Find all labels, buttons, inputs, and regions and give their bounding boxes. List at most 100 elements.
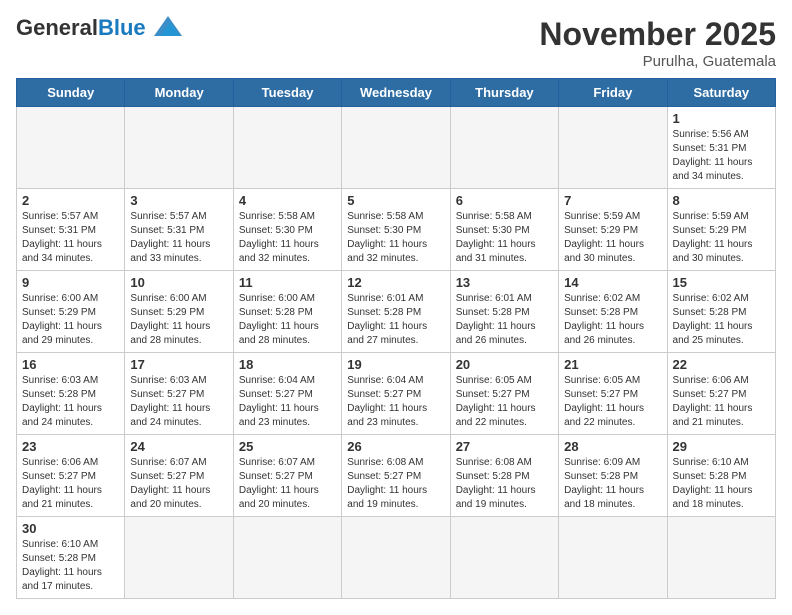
- day-number: 12: [347, 275, 444, 290]
- day-number: 25: [239, 439, 336, 454]
- calendar-cell: [125, 107, 233, 189]
- calendar-week-6: 30 Sunrise: 6:10 AM Sunset: 5:28 PM Dayli…: [17, 517, 776, 599]
- day-number: 10: [130, 275, 227, 290]
- cell-daylight-info: Sunrise: 6:00 AM Sunset: 5:28 PM Dayligh…: [239, 292, 336, 348]
- cell-daylight-info: Sunrise: 6:05 AM Sunset: 5:27 PM Dayligh…: [564, 374, 661, 430]
- calendar-cell: 3Sunrise: 5:57 AM Sunset: 5:31 PM Daylig…: [125, 189, 233, 271]
- calendar-cell: 15Sunrise: 6:02 AM Sunset: 5:28 PM Dayli…: [667, 271, 775, 353]
- cell-daylight-info: Sunrise: 6:07 AM Sunset: 5:27 PM Dayligh…: [130, 456, 227, 512]
- cell-daylight-info: Sunrise: 6:04 AM Sunset: 5:27 PM Dayligh…: [239, 374, 336, 430]
- day-number: 18: [239, 357, 336, 372]
- logo-blue: Blue: [98, 15, 146, 40]
- calendar-cell: 19 Sunrise: 6:04 AM Sunset: 5:27 PM Dayli…: [342, 353, 450, 435]
- page-header: GeneralBlue November 2025 Purulha, Guate…: [16, 16, 776, 70]
- day-number: 8: [673, 193, 770, 208]
- calendar-cell: 13 Sunrise: 6:01 AM Sunset: 5:28 PM Dayli…: [450, 271, 558, 353]
- calendar-cell: [342, 107, 450, 189]
- calendar-cell: [559, 517, 667, 599]
- cell-daylight-info: Sunrise: 5:59 AM Sunset: 5:29 PM Dayligh…: [564, 210, 661, 266]
- calendar-cell: [450, 517, 558, 599]
- cell-daylight-info: Sunrise: 6:07 AM Sunset: 5:27 PM Dayligh…: [239, 456, 336, 512]
- calendar-week-4: 16 Sunrise: 6:03 AM Sunset: 5:28 PM Dayli…: [17, 353, 776, 435]
- location: Purulha, Guatemala: [539, 53, 776, 70]
- calendar-cell: [450, 107, 558, 189]
- calendar-cell: [233, 107, 341, 189]
- day-number: 5: [347, 193, 444, 208]
- calendar-cell: [342, 517, 450, 599]
- logo-general: General: [16, 15, 98, 40]
- day-number: 28: [564, 439, 661, 454]
- month-title: November 2025: [539, 16, 776, 53]
- title-area: November 2025 Purulha, Guatemala: [539, 16, 776, 70]
- calendar-cell: [125, 517, 233, 599]
- day-number: 23: [22, 439, 119, 454]
- calendar-cell: [233, 517, 341, 599]
- calendar-cell: 17Sunrise: 6:03 AM Sunset: 5:27 PM Dayli…: [125, 353, 233, 435]
- calendar-cell: 11 Sunrise: 6:00 AM Sunset: 5:28 PM Dayli…: [233, 271, 341, 353]
- cell-daylight-info: Sunrise: 5:57 AM Sunset: 5:31 PM Dayligh…: [22, 210, 119, 266]
- day-number: 16: [22, 357, 119, 372]
- calendar-cell: 14Sunrise: 6:02 AM Sunset: 5:28 PM Dayli…: [559, 271, 667, 353]
- day-number: 3: [130, 193, 227, 208]
- cell-daylight-info: Sunrise: 6:10 AM Sunset: 5:28 PM Dayligh…: [22, 538, 119, 594]
- day-number: 30: [22, 521, 119, 536]
- day-number: 14: [564, 275, 661, 290]
- calendar-cell: 30 Sunrise: 6:10 AM Sunset: 5:28 PM Dayli…: [17, 517, 125, 599]
- weekday-header-row: SundayMondayTuesdayWednesdayThursdayFrid…: [17, 79, 776, 107]
- day-number: 29: [673, 439, 770, 454]
- cell-daylight-info: Sunrise: 6:08 AM Sunset: 5:28 PM Dayligh…: [456, 456, 553, 512]
- cell-daylight-info: Sunrise: 5:59 AM Sunset: 5:29 PM Dayligh…: [673, 210, 770, 266]
- weekday-header-thursday: Thursday: [450, 79, 558, 107]
- logo-text: GeneralBlue: [16, 17, 146, 39]
- calendar-cell: 9 Sunrise: 6:00 AM Sunset: 5:29 PM Daylig…: [17, 271, 125, 353]
- calendar-week-2: 2Sunrise: 5:57 AM Sunset: 5:31 PM Daylig…: [17, 189, 776, 271]
- cell-daylight-info: Sunrise: 6:06 AM Sunset: 5:27 PM Dayligh…: [673, 374, 770, 430]
- day-number: 19: [347, 357, 444, 372]
- calendar-cell: 22 Sunrise: 6:06 AM Sunset: 5:27 PM Dayli…: [667, 353, 775, 435]
- calendar-cell: 16 Sunrise: 6:03 AM Sunset: 5:28 PM Dayli…: [17, 353, 125, 435]
- day-number: 27: [456, 439, 553, 454]
- weekday-header-monday: Monday: [125, 79, 233, 107]
- weekday-header-tuesday: Tuesday: [233, 79, 341, 107]
- calendar-cell: 18 Sunrise: 6:04 AM Sunset: 5:27 PM Dayli…: [233, 353, 341, 435]
- cell-daylight-info: Sunrise: 6:01 AM Sunset: 5:28 PM Dayligh…: [456, 292, 553, 348]
- calendar-week-5: 23 Sunrise: 6:06 AM Sunset: 5:27 PM Dayli…: [17, 435, 776, 517]
- calendar-cell: 20Sunrise: 6:05 AM Sunset: 5:27 PM Dayli…: [450, 353, 558, 435]
- calendar-cell: 1Sunrise: 5:56 AM Sunset: 5:31 PM Daylig…: [667, 107, 775, 189]
- calendar-body: 1Sunrise: 5:56 AM Sunset: 5:31 PM Daylig…: [17, 107, 776, 599]
- day-number: 11: [239, 275, 336, 290]
- day-number: 22: [673, 357, 770, 372]
- calendar-cell: 10Sunrise: 6:00 AM Sunset: 5:29 PM Dayli…: [125, 271, 233, 353]
- calendar-week-3: 9 Sunrise: 6:00 AM Sunset: 5:29 PM Daylig…: [17, 271, 776, 353]
- cell-daylight-info: Sunrise: 6:01 AM Sunset: 5:28 PM Dayligh…: [347, 292, 444, 348]
- calendar-cell: [667, 517, 775, 599]
- cell-daylight-info: Sunrise: 6:04 AM Sunset: 5:27 PM Dayligh…: [347, 374, 444, 430]
- day-number: 15: [673, 275, 770, 290]
- cell-daylight-info: Sunrise: 6:00 AM Sunset: 5:29 PM Dayligh…: [22, 292, 119, 348]
- day-number: 13: [456, 275, 553, 290]
- cell-daylight-info: Sunrise: 6:10 AM Sunset: 5:28 PM Dayligh…: [673, 456, 770, 512]
- cell-daylight-info: Sunrise: 6:03 AM Sunset: 5:28 PM Dayligh…: [22, 374, 119, 430]
- calendar-cell: 21Sunrise: 6:05 AM Sunset: 5:27 PM Dayli…: [559, 353, 667, 435]
- day-number: 24: [130, 439, 227, 454]
- cell-daylight-info: Sunrise: 6:08 AM Sunset: 5:27 PM Dayligh…: [347, 456, 444, 512]
- calendar-cell: 12 Sunrise: 6:01 AM Sunset: 5:28 PM Dayli…: [342, 271, 450, 353]
- weekday-header-sunday: Sunday: [17, 79, 125, 107]
- day-number: 6: [456, 193, 553, 208]
- calendar-cell: 6Sunrise: 5:58 AM Sunset: 5:30 PM Daylig…: [450, 189, 558, 271]
- day-number: 4: [239, 193, 336, 208]
- day-number: 7: [564, 193, 661, 208]
- cell-daylight-info: Sunrise: 5:58 AM Sunset: 5:30 PM Dayligh…: [239, 210, 336, 266]
- day-number: 1: [673, 111, 770, 126]
- calendar-cell: 25 Sunrise: 6:07 AM Sunset: 5:27 PM Dayli…: [233, 435, 341, 517]
- calendar-cell: 28Sunrise: 6:09 AM Sunset: 5:28 PM Dayli…: [559, 435, 667, 517]
- calendar-table: SundayMondayTuesdayWednesdayThursdayFrid…: [16, 78, 776, 599]
- calendar-cell: 5Sunrise: 5:58 AM Sunset: 5:30 PM Daylig…: [342, 189, 450, 271]
- calendar-cell: 23 Sunrise: 6:06 AM Sunset: 5:27 PM Dayli…: [17, 435, 125, 517]
- cell-daylight-info: Sunrise: 6:06 AM Sunset: 5:27 PM Dayligh…: [22, 456, 119, 512]
- day-number: 9: [22, 275, 119, 290]
- day-number: 20: [456, 357, 553, 372]
- weekday-header-saturday: Saturday: [667, 79, 775, 107]
- calendar-cell: 29 Sunrise: 6:10 AM Sunset: 5:28 PM Dayli…: [667, 435, 775, 517]
- calendar-cell: [17, 107, 125, 189]
